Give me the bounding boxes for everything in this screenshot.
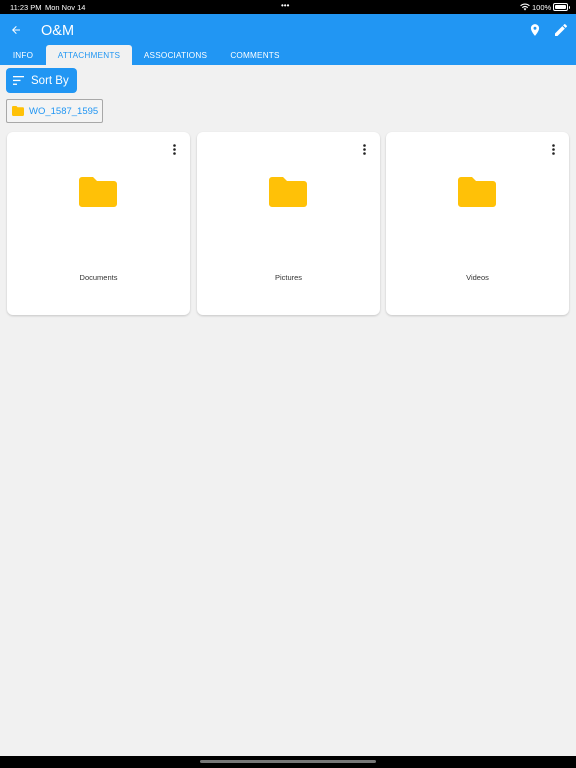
tab-bar: INFO ATTACHMENTS ASSOCIATIONS COMMENTS	[0, 45, 291, 65]
status-bar: 11:23 PM Mon Nov 14 ••• 100%	[0, 0, 576, 14]
tab-attachments[interactable]: ATTACHMENTS	[46, 45, 132, 65]
sort-by-label: Sort By	[31, 74, 69, 87]
more-vert-icon[interactable]	[169, 142, 179, 156]
tab-comments[interactable]: COMMENTS	[219, 45, 291, 65]
status-date: Mon Nov 14	[45, 3, 86, 12]
breadcrumb-label: WO_1587_1595	[29, 105, 99, 117]
app-bar: O&M INFO ATTACHMENTS ASSOCIATIONS COMMEN…	[0, 14, 576, 65]
pencil-icon	[553, 22, 569, 38]
edit-button[interactable]	[551, 19, 571, 41]
folder-name: Videos	[466, 273, 489, 282]
wifi-icon	[520, 2, 530, 13]
folder-card-pictures[interactable]: Pictures	[197, 132, 380, 315]
folder-card-documents[interactable]: Documents	[7, 132, 190, 315]
folder-name: Documents	[79, 273, 118, 282]
status-time: 11:23 PM	[10, 3, 42, 12]
sort-by-button[interactable]: Sort By	[6, 68, 77, 93]
page-title: O&M	[41, 23, 75, 39]
more-vert-icon[interactable]	[548, 142, 558, 156]
breadcrumb[interactable]: WO_1587_1595	[6, 99, 103, 123]
folder-icon	[458, 177, 496, 212]
more-vert-icon[interactable]	[359, 142, 369, 156]
back-button[interactable]	[6, 19, 26, 41]
location-button[interactable]	[525, 19, 545, 41]
tab-associations[interactable]: ASSOCIATIONS	[132, 45, 219, 65]
arrow-back-icon	[10, 24, 22, 36]
tab-info[interactable]: INFO	[0, 45, 46, 65]
location-pin-icon	[528, 21, 542, 39]
folder-icon	[12, 106, 24, 116]
sort-icon	[13, 76, 24, 85]
home-indicator-area	[0, 756, 576, 768]
battery-percentage: 100%	[532, 3, 552, 12]
multitask-dots[interactable]: •••	[281, 2, 289, 10]
folder-icon	[269, 177, 307, 212]
battery-icon	[553, 3, 570, 11]
folder-icon	[79, 177, 117, 212]
home-indicator[interactable]	[200, 760, 376, 763]
folder-name: Pictures	[274, 273, 303, 282]
folder-card-videos[interactable]: Videos	[386, 132, 569, 315]
